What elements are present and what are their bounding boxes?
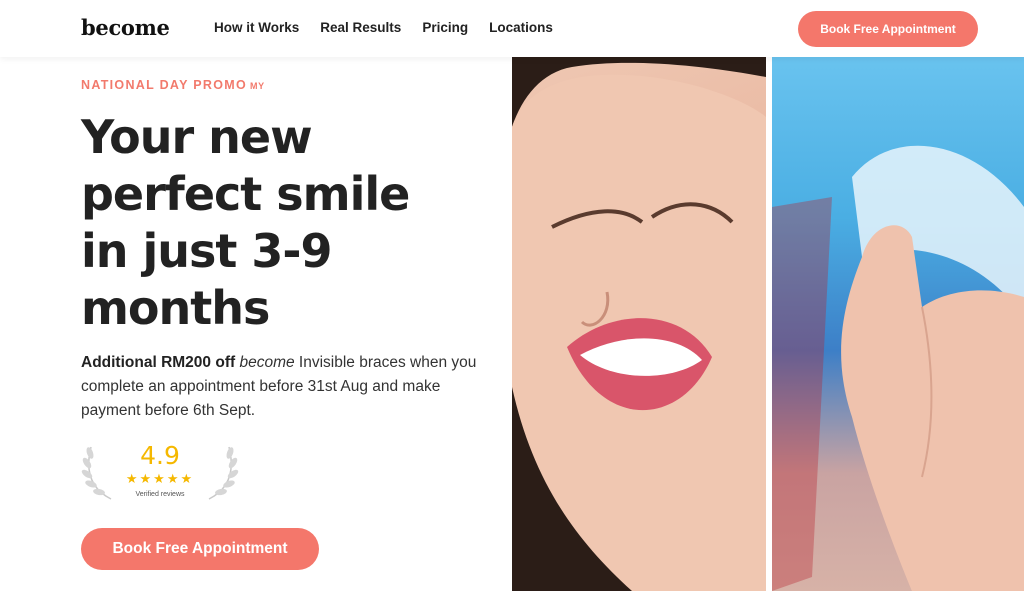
- promo-country-tag: MY: [250, 81, 265, 91]
- headline-line: in just 3-9: [81, 224, 333, 278]
- discount-text: Additional RM200 off: [81, 354, 236, 371]
- nav-real-results[interactable]: Real Results: [320, 20, 401, 35]
- site-header: become How it Works Real Results Pricing…: [0, 0, 1024, 57]
- brand-inline: become: [239, 354, 295, 371]
- face-illustration: [512, 57, 766, 591]
- promo-text: NATIONAL DAY PROMO: [81, 78, 248, 92]
- main-nav: How it Works Real Results Pricing Locati…: [214, 20, 553, 35]
- headline-line: Your new: [81, 110, 313, 164]
- hero-content: NATIONAL DAY PROMO MY Your new perfect sm…: [0, 57, 512, 591]
- aligner-illustration: [772, 145, 1024, 591]
- hero-book-appointment-button[interactable]: Book Free Appointment: [81, 528, 319, 570]
- hero-subcopy: Additional RM200 off become Invisible br…: [81, 351, 481, 423]
- star-rating-icon: ★★★★★: [125, 472, 195, 487]
- logo[interactable]: become: [81, 15, 170, 40]
- header-book-appointment-button[interactable]: Book Free Appointment: [798, 11, 978, 47]
- rating-score: 4.9: [140, 441, 180, 470]
- hero-headline: Your new perfect smile in just 3-9 month…: [81, 109, 501, 337]
- hand-holding-aligner-photo: [772, 57, 1024, 591]
- headline-line: months: [81, 281, 270, 335]
- rating-badge: 4.9 ★★★★★ Verified reviews: [81, 437, 239, 505]
- rating-caption: Verified reviews: [135, 491, 185, 498]
- headline-line: perfect smile: [81, 167, 410, 221]
- nav-how-it-works[interactable]: How it Works: [214, 20, 299, 35]
- nav-locations[interactable]: Locations: [489, 20, 553, 35]
- nav-pricing[interactable]: Pricing: [422, 20, 468, 35]
- smiling-woman-photo: [512, 57, 766, 591]
- promo-label: NATIONAL DAY PROMO MY: [81, 78, 265, 92]
